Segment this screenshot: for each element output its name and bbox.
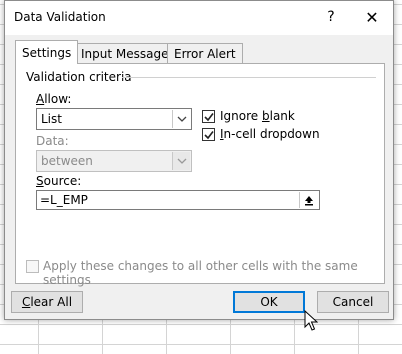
tab-settings[interactable]: Settings	[15, 40, 79, 64]
tab-settings-label: Settings	[22, 46, 72, 60]
chevron-down-icon	[172, 110, 190, 128]
in-cell-dropdown-label[interactable]: In-cell dropdown	[220, 127, 320, 141]
mouse-pointer-icon	[304, 310, 318, 331]
validation-criteria-group-label: Validation criteria	[26, 70, 132, 84]
help-button[interactable]: ?	[321, 7, 341, 27]
clear-all-button[interactable]: Clear All	[11, 291, 83, 313]
ok-label: OK	[260, 295, 278, 309]
cancel-label: Cancel	[332, 295, 374, 309]
source-label: Source:	[36, 174, 82, 188]
data-dropdown-value: between	[41, 154, 93, 168]
group-divider	[122, 77, 376, 78]
title-bar: Data Validation ? ✕	[5, 1, 393, 35]
ok-button[interactable]: OK	[233, 291, 305, 313]
clear-all-label: Clear All	[21, 295, 73, 309]
tab-error-alert-label: Error Alert	[174, 47, 236, 61]
apply-all-label: Apply these changes to all other cells w…	[43, 259, 358, 287]
data-label: Data:	[36, 134, 69, 148]
allow-dropdown-value: List	[41, 112, 62, 126]
tab-error-alert[interactable]: Error Alert	[167, 43, 243, 63]
data-validation-dialog: Data Validation ? ✕ Settings Input Messa…	[4, 0, 394, 320]
ignore-blank-checkbox[interactable]	[202, 110, 215, 123]
close-button[interactable]: ✕	[361, 7, 383, 29]
in-cell-dropdown-checkbox[interactable]	[202, 128, 215, 141]
dialog-title: Data Validation	[14, 10, 106, 24]
cancel-button[interactable]: Cancel	[317, 291, 389, 313]
source-input-value: =L_EMP	[40, 193, 88, 207]
tab-input-message[interactable]: Input Message	[74, 43, 176, 63]
ignore-blank-label[interactable]: Ignore blank	[220, 109, 295, 123]
allow-dropdown[interactable]: List	[36, 108, 192, 130]
chevron-down-icon	[172, 152, 190, 170]
data-dropdown[interactable]: between	[36, 150, 192, 172]
apply-all-checkbox[interactable]	[26, 260, 39, 273]
source-input[interactable]: =L_EMP	[36, 190, 320, 210]
settings-panel: Validation criteria Allow: List Ignore b…	[15, 63, 385, 287]
allow-label: Allow:	[36, 92, 72, 106]
tab-input-message-label: Input Message	[81, 47, 169, 61]
collapse-range-icon[interactable]	[299, 192, 318, 208]
